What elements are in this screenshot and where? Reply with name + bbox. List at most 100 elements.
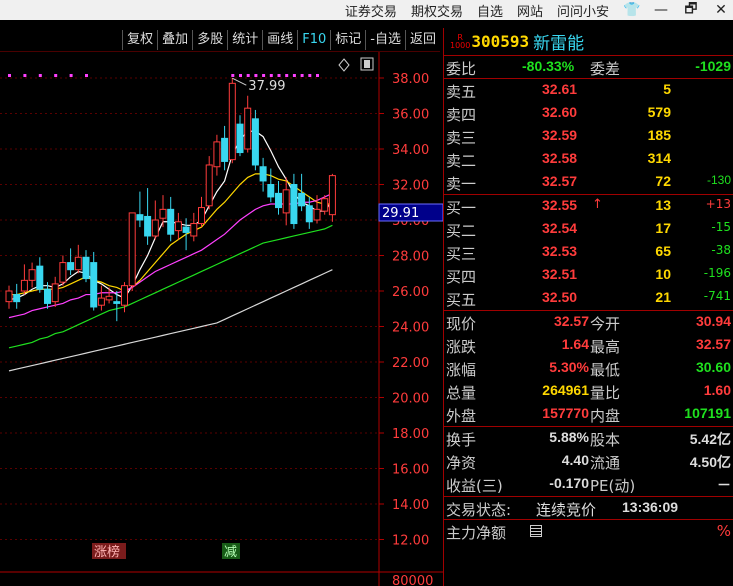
diamond-icon[interactable] xyxy=(338,58,350,72)
bid-label: 买二 xyxy=(446,222,477,240)
signal-dot xyxy=(300,74,304,77)
candle-body xyxy=(20,279,28,292)
multi-stock-button[interactable]: 多股 xyxy=(192,29,227,50)
signal-dot xyxy=(239,74,242,77)
overlay-button[interactable]: 叠加 xyxy=(157,29,192,50)
fund-value: 4.50亿 xyxy=(689,454,731,470)
stock-badge: R 1000 xyxy=(450,33,471,50)
candle-body xyxy=(44,288,51,304)
menu-website[interactable]: 网站 xyxy=(517,1,543,20)
draw-line-button[interactable]: 画线 xyxy=(262,29,297,50)
ask-row[interactable]: 卖三 32.59 185 xyxy=(444,125,733,148)
signal-dot xyxy=(254,74,258,77)
menu-options-trading[interactable]: 期权交易 xyxy=(411,1,463,20)
marker-zhangbang: 涨榜 xyxy=(92,543,126,560)
candle xyxy=(82,250,90,283)
bid-row[interactable]: 买三 32.53 65 -38 xyxy=(444,241,733,264)
candle xyxy=(36,257,44,293)
candle-body xyxy=(128,212,136,287)
bid-change: -38 xyxy=(711,243,731,257)
stat-value: 264961 xyxy=(542,382,589,398)
signal-dot xyxy=(292,74,296,77)
signal-dot xyxy=(316,74,319,77)
back-button[interactable]: 返回 xyxy=(404,29,440,50)
bid-price: 32.51 xyxy=(542,266,578,282)
candle-body xyxy=(213,141,221,168)
shirt-icon[interactable]: 👕 xyxy=(623,2,640,18)
bid-change: -196 xyxy=(703,266,731,280)
candle-body xyxy=(174,221,182,232)
candle-body xyxy=(5,290,13,303)
menu-securities-trading[interactable]: 证券交易 xyxy=(345,1,397,20)
stock-code[interactable]: 300593 xyxy=(471,32,529,51)
bid-row[interactable]: 买四 32.51 10 -196 xyxy=(444,264,733,287)
stat-value: 30.94 xyxy=(695,313,731,329)
candle-body xyxy=(267,184,275,198)
ask-price: 32.61 xyxy=(542,81,578,97)
stat-row: 外盘 157770 内盘 107191 xyxy=(444,403,733,426)
bid-price: 32.50 xyxy=(542,289,578,305)
main-net-row[interactable]: 主力净额 % xyxy=(444,520,733,543)
mark-button[interactable]: 标记 xyxy=(330,29,365,50)
minimize-icon[interactable]: — xyxy=(653,2,669,18)
signal-dot xyxy=(69,74,73,77)
candle xyxy=(259,157,267,192)
statistics-button[interactable]: 统计 xyxy=(227,29,262,50)
candle-body xyxy=(151,219,159,237)
candle-body xyxy=(13,294,21,303)
stat-value: 157770 xyxy=(542,405,589,421)
webi-value: -80.33% xyxy=(522,58,575,74)
fund-label: 流通 xyxy=(590,454,621,472)
candle-body xyxy=(198,207,205,225)
commission-ratio-row: 委比 -80.33% 委差 -1029 xyxy=(444,56,733,79)
menu-watchlist[interactable]: 自选 xyxy=(477,1,503,20)
ask-row[interactable]: 卖二 32.58 314 xyxy=(444,148,733,171)
candle xyxy=(275,180,282,215)
ask-row[interactable]: 卖一 32.57 72 -130 xyxy=(444,171,733,194)
bid-volume: 65 xyxy=(655,243,671,259)
bid-row[interactable]: 买五 32.50 21 -741 xyxy=(444,287,733,310)
remove-watchlist-button[interactable]: -自选 xyxy=(365,29,405,50)
stat-label: 外盘 xyxy=(446,407,477,425)
candle xyxy=(221,125,229,171)
candle-body xyxy=(282,189,290,214)
candle xyxy=(328,173,336,222)
quote-panel: R 1000 300593 新雷能 委比 -80.33% 委差 -1029 卖五… xyxy=(443,28,733,586)
stat-label: 最高 xyxy=(590,338,621,356)
candle xyxy=(282,177,290,226)
candles xyxy=(5,78,336,322)
stat-row: 总量 264961 量比 1.60 xyxy=(444,380,733,403)
candle-body xyxy=(136,214,144,221)
close-icon[interactable]: ✕ xyxy=(713,2,729,18)
panel-toggle-icon[interactable] xyxy=(360,57,374,71)
y-tick-label: 12.00 xyxy=(392,534,429,549)
fundamental-stats: 换手 5.88% 股本 5.42亿 净资 4.40 流通 4.50亿 收益(三) -0.170… xyxy=(444,427,733,497)
candle xyxy=(128,212,136,291)
menu-ask-assistant[interactable]: 问问小安 xyxy=(557,1,609,20)
y-tick-label: 32.00 xyxy=(392,179,429,194)
trading-status-row: 交易状态: 连续竞价 13:36:09 xyxy=(444,497,733,520)
ask-row[interactable]: 卖四 32.60 579 xyxy=(444,102,733,125)
restore-icon[interactable]: 🗗 xyxy=(683,0,699,22)
adjust-rights-button[interactable]: 复权 xyxy=(122,29,157,50)
candle xyxy=(144,188,152,245)
kline-chart[interactable]: 38.0036.0034.0032.0030.0028.0026.0024.00… xyxy=(0,52,443,586)
f10-button[interactable]: F10 xyxy=(297,29,330,50)
ask-row[interactable]: 卖五 32.61 5 xyxy=(444,79,733,102)
fund-value: 4.40 xyxy=(561,452,589,468)
candle-body xyxy=(244,107,252,150)
signal-dot xyxy=(54,74,58,77)
candle xyxy=(136,191,144,228)
stock-name[interactable]: 新雷能 xyxy=(533,29,584,54)
candle-body xyxy=(28,269,36,281)
bid-row[interactable]: 买一 32.55 ↑ 13 +13 xyxy=(444,195,733,218)
list-icon[interactable] xyxy=(530,525,542,537)
ask-label: 卖三 xyxy=(446,129,477,147)
candle xyxy=(190,212,198,242)
bid-row[interactable]: 买二 32.54 17 -15 xyxy=(444,218,733,241)
signal-dot xyxy=(38,74,42,77)
candle xyxy=(198,196,205,228)
signal-dot xyxy=(23,74,27,77)
moving-average-lines xyxy=(8,130,333,372)
bid-label: 买四 xyxy=(446,268,477,286)
